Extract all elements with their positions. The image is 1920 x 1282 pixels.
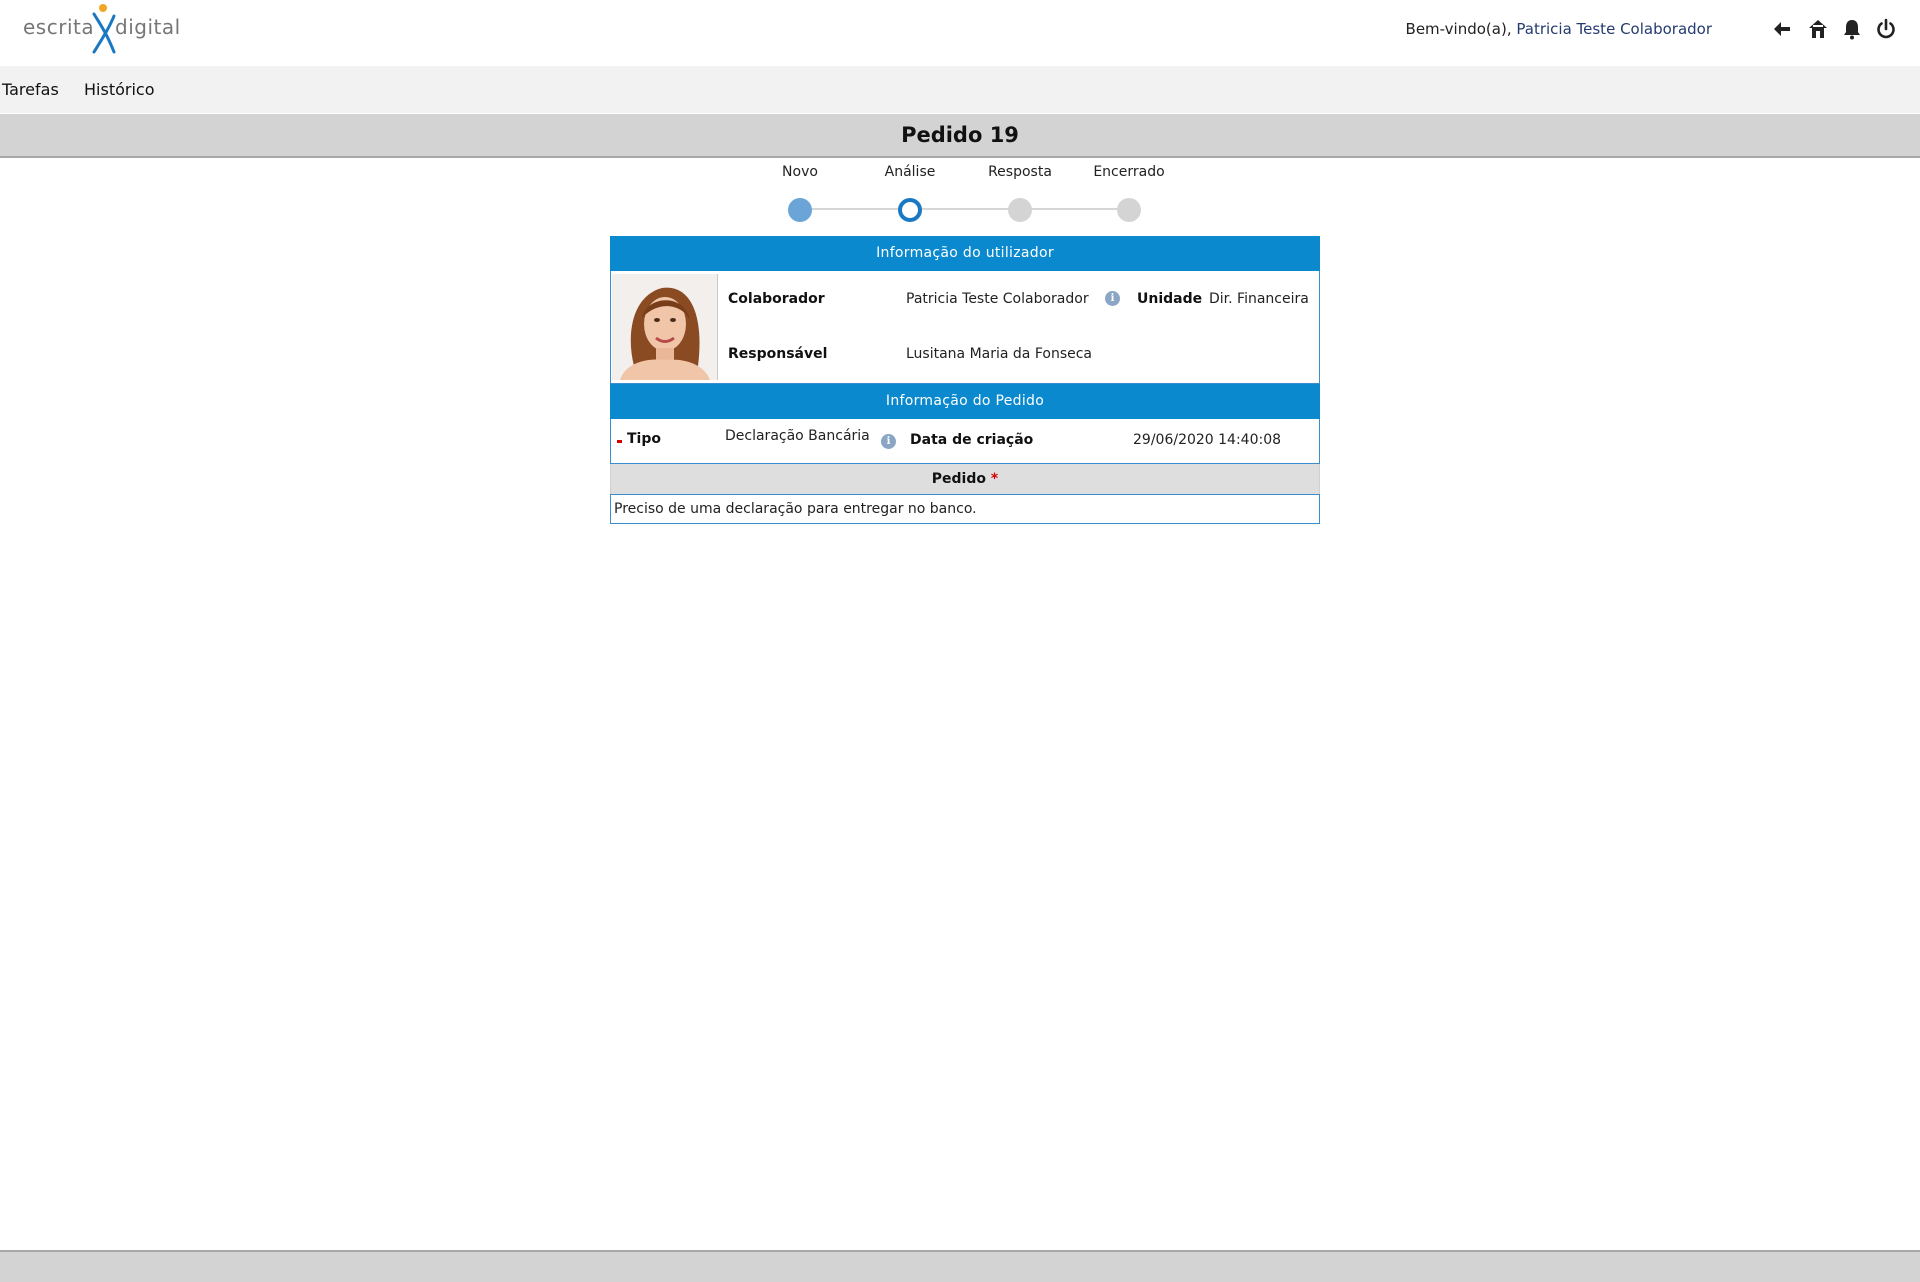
user-avatar [612,274,718,380]
logo-text-digital: digital [115,15,181,39]
step-dot-resposta[interactable] [1008,198,1032,222]
responsavel-label: Responsável [728,346,828,362]
pedido-textbox[interactable]: Preciso de uma declaração para entregar … [610,494,1320,524]
unidade-value: Dir. Financeira [1209,291,1309,307]
data-criacao-label: Data de criação [910,432,1034,448]
pedido-heading: Pedido * [610,464,1320,494]
main-menu: Tarefas Histórico [0,66,1920,113]
menu-item-tarefas[interactable]: Tarefas [2,80,59,99]
welcome-message: Bem-vindo(a), Patricia Teste Colaborador [1406,20,1712,38]
unidade-label: Unidade [1137,291,1203,307]
welcome-prefix: Bem-vindo(a), [1405,20,1512,38]
back-arrow-icon[interactable] [1770,17,1794,41]
colaborador-label: Colaborador [728,291,825,307]
pedido-label: Pedido [931,471,986,487]
power-icon[interactable] [1874,17,1898,41]
menu-item-historico[interactable]: Histórico [84,80,154,99]
welcome-user-name: Patricia Teste Colaborador [1516,20,1712,38]
request-info-heading: Informação do Pedido [610,384,1320,419]
step-label-resposta: Resposta [988,164,1052,180]
tipo-label: Tipo [627,431,661,447]
header: escrita digital Bem-vindo(a), Patricia T… [0,0,1920,66]
step-label-novo: Novo [782,164,818,180]
bell-icon[interactable] [1840,17,1864,41]
step-label-analise: Análise [884,164,936,180]
tipo-value: Declaração Bancária [725,428,870,444]
colaborador-value: Patricia Teste Colaborador [906,291,1089,307]
request-info-panel: Tipo Declaração Bancária i Data de criaç… [610,419,1320,464]
user-info-heading: Informação do utilizador [610,236,1320,271]
step-label-encerrado: Encerrado [1093,164,1165,180]
step-connector-line [800,208,1130,210]
title-bar: Pedido 19 [0,114,1920,158]
page-title: Pedido 19 [901,123,1019,147]
responsavel-value: Lusitana Maria da Fonseca [906,346,1093,362]
pedido-text: Preciso de uma declaração para entregar … [614,501,977,517]
required-marker [617,440,622,443]
colaborador-info-icon[interactable]: i [1105,291,1120,306]
escrita-digital-logo[interactable]: escrita digital [20,0,180,56]
data-criacao-value: 29/06/2020 14:40:08 [1133,432,1282,448]
user-info-panel: Colaborador Patricia Teste Colaborador i… [610,271,1320,384]
step-dot-encerrado[interactable] [1117,198,1141,222]
logo-text-escrita: escrita [23,15,95,39]
footer-bar [0,1250,1920,1282]
step-dot-analise[interactable] [898,198,922,222]
home-icon[interactable] [1806,17,1830,41]
tipo-info-icon[interactable]: i [881,434,896,449]
step-dot-novo[interactable] [788,198,812,222]
workflow-steps: Novo Análise Resposta Encerrado [0,160,1920,230]
request-card: Informação do utilizador Colaborador Pat… [610,236,1320,524]
pedido-required-asterisk: * [990,471,999,487]
header-actions [1770,17,1920,43]
